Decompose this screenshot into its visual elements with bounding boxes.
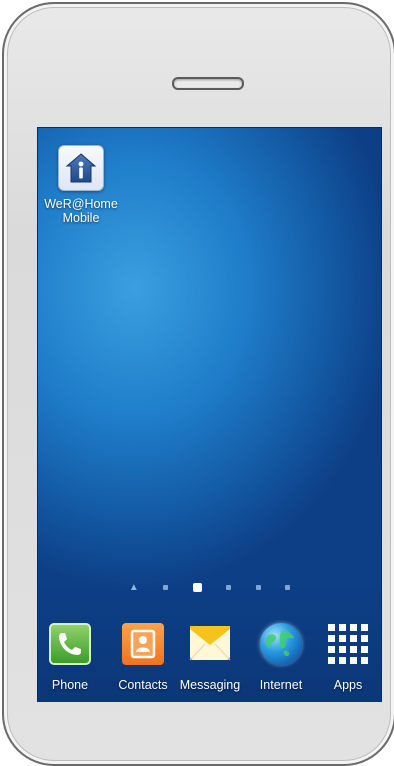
dock-label: Phone <box>51 678 89 692</box>
dock-contacts[interactable]: Contacts <box>108 623 178 692</box>
dock-label: Messaging <box>179 678 241 692</box>
phone-icon <box>49 623 91 665</box>
dock-messaging[interactable]: Messaging <box>175 623 245 692</box>
app-label-line-2: Mobile <box>62 211 100 225</box>
dock-label: Contacts <box>118 678 168 692</box>
page-dot[interactable] <box>255 585 261 591</box>
earpiece-speaker <box>172 77 244 90</box>
page-indicator: ▲ <box>38 579 381 593</box>
page-dot-active[interactable] <box>192 583 202 593</box>
phone-frame: WeR@Home Mobile ▲ Phone Contacts Messagi… <box>2 2 394 766</box>
messaging-icon <box>189 623 231 665</box>
home-page-icon[interactable]: ▲ <box>129 582 139 593</box>
internet-globe-icon <box>260 623 302 665</box>
dock-label: Internet <box>259 678 303 692</box>
app-label-line-1: WeR@Home <box>44 197 118 211</box>
contacts-icon <box>122 623 164 665</box>
home-screen[interactable]: WeR@Home Mobile ▲ Phone Contacts Messagi… <box>37 127 382 702</box>
wer-home-mobile-app[interactable]: WeR@Home Mobile <box>38 145 126 225</box>
app-dock: Phone Contacts Messaging Internet Apps <box>38 623 381 702</box>
page-dot[interactable] <box>285 585 291 591</box>
dock-label: Apps <box>333 678 363 692</box>
house-icon <box>58 145 104 191</box>
apps-grid-icon <box>327 623 369 665</box>
dock-phone[interactable]: Phone <box>38 623 105 692</box>
page-dot[interactable] <box>163 585 169 591</box>
page-dot[interactable] <box>226 585 232 591</box>
dock-internet[interactable]: Internet <box>246 623 316 692</box>
dock-apps[interactable]: Apps <box>313 623 381 692</box>
